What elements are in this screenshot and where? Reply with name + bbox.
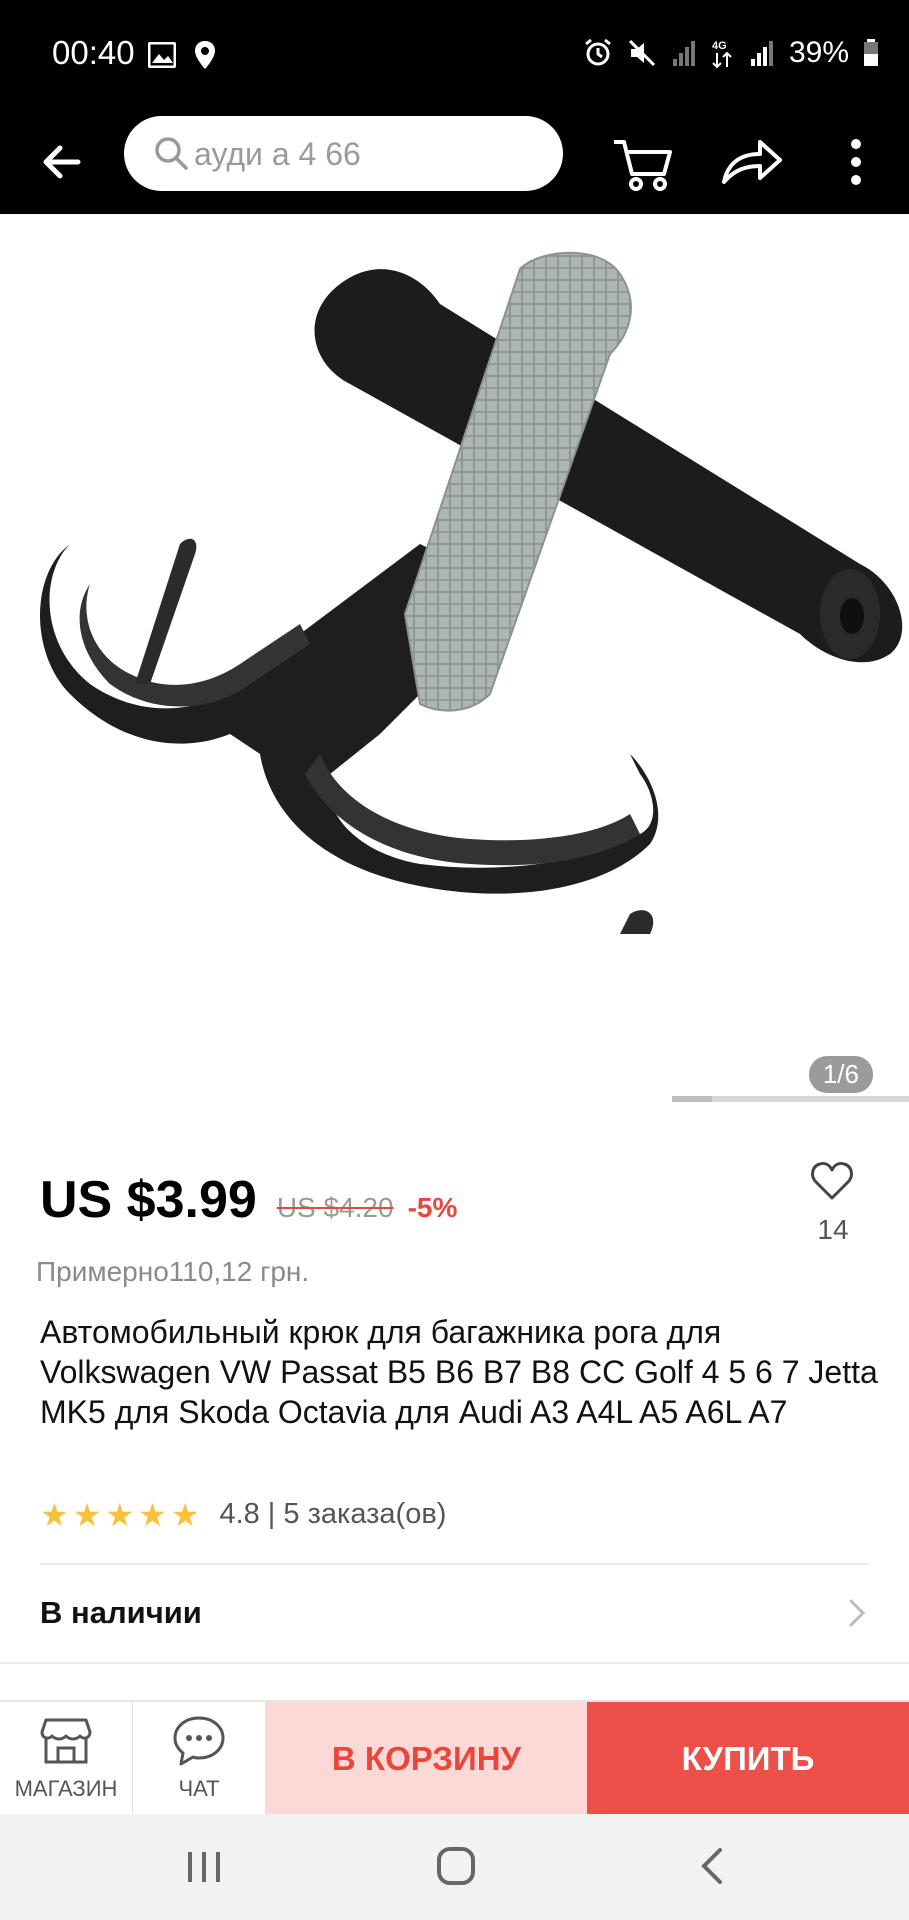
status-time: 00:40 bbox=[52, 34, 135, 71]
price-row: US $3.99 US $4.20 -5% bbox=[40, 1170, 457, 1230]
signal-icon-2 bbox=[750, 41, 773, 66]
signal-icon bbox=[672, 41, 695, 66]
chevron-right-icon bbox=[849, 1599, 866, 1627]
search-input[interactable]: ауди а 4 66 bbox=[124, 116, 563, 191]
back-icon[interactable] bbox=[698, 1846, 726, 1886]
current-price: US $3.99 bbox=[40, 1171, 257, 1229]
more-options-icon[interactable] bbox=[838, 132, 874, 192]
store-button[interactable]: МАГАЗИН bbox=[0, 1702, 133, 1816]
chat-button[interactable]: ЧАТ bbox=[133, 1702, 266, 1816]
chat-label: ЧАТ bbox=[178, 1776, 220, 1801]
add-to-cart-button[interactable]: В КОРЗИНУ bbox=[266, 1702, 587, 1816]
cart-icon[interactable] bbox=[610, 130, 676, 196]
share-icon[interactable] bbox=[718, 132, 784, 192]
product-image bbox=[40, 251, 903, 934]
old-price: US $4.20 bbox=[276, 1192, 394, 1223]
star-icon: ★ bbox=[138, 1496, 167, 1533]
back-arrow-icon[interactable] bbox=[36, 132, 96, 192]
search-icon bbox=[155, 137, 188, 170]
store-icon bbox=[40, 1718, 92, 1764]
network-4g-icon: 4G bbox=[712, 40, 732, 69]
approx-price: Примерно110,12 грн. bbox=[36, 1256, 310, 1287]
bottom-action-bar: МАГАЗИН ЧАТ В КОРЗИНУ КУПИТЬ bbox=[0, 1700, 909, 1816]
wishlist-count: 14 bbox=[817, 1214, 849, 1245]
star-icon: ★ bbox=[40, 1496, 69, 1533]
system-nav-bar bbox=[0, 1814, 909, 1920]
search-placeholder: ауди а 4 66 bbox=[194, 136, 361, 172]
alarm-icon bbox=[585, 38, 611, 66]
status-bar: 00:40 4G 39% bbox=[0, 0, 909, 110]
stock-label: В наличии bbox=[40, 1595, 202, 1630]
status-right-icons: 4G 39% bbox=[583, 36, 879, 70]
rating-row[interactable]: ★ ★ ★ ★ ★ 4.8 | 5 заказа(ов) bbox=[40, 1498, 446, 1531]
store-label: МАГАЗИН bbox=[14, 1776, 118, 1801]
top-app-bar: ауди а 4 66 bbox=[0, 110, 909, 214]
rating-summary: 4.8 | 5 заказа(ов) bbox=[219, 1498, 447, 1530]
image-counter: 1/6 bbox=[808, 1056, 873, 1093]
gallery-progress-track bbox=[672, 1096, 909, 1102]
battery-icon bbox=[864, 39, 878, 66]
rating-stars: ★ ★ ★ ★ ★ bbox=[40, 1499, 199, 1531]
chat-icon bbox=[173, 1716, 225, 1766]
home-icon[interactable] bbox=[436, 1846, 476, 1886]
star-icon: ★ bbox=[72, 1496, 102, 1533]
product-image-gallery[interactable]: 1/6 bbox=[0, 214, 909, 1110]
location-icon bbox=[195, 41, 215, 69]
mute-icon bbox=[628, 39, 656, 67]
divider bbox=[0, 1662, 909, 1664]
star-icon: ★ bbox=[170, 1496, 200, 1533]
heart-icon[interactable] bbox=[808, 1156, 856, 1204]
svg-text:4G: 4G bbox=[712, 40, 727, 52]
buy-now-button[interactable]: КУПИТЬ bbox=[587, 1702, 909, 1816]
gallery-icon bbox=[148, 42, 176, 68]
recent-apps-icon[interactable] bbox=[186, 1850, 222, 1884]
battery-percent: 39% bbox=[788, 36, 849, 69]
discount-badge: -5% bbox=[407, 1192, 458, 1223]
star-icon: ★ bbox=[105, 1496, 135, 1533]
product-title: Автомобильный крюк для багажника рога дл… bbox=[40, 1314, 878, 1430]
status-left-icons bbox=[148, 40, 216, 70]
stock-row[interactable]: В наличии bbox=[0, 1565, 909, 1663]
gallery-progress-fill bbox=[672, 1096, 712, 1102]
